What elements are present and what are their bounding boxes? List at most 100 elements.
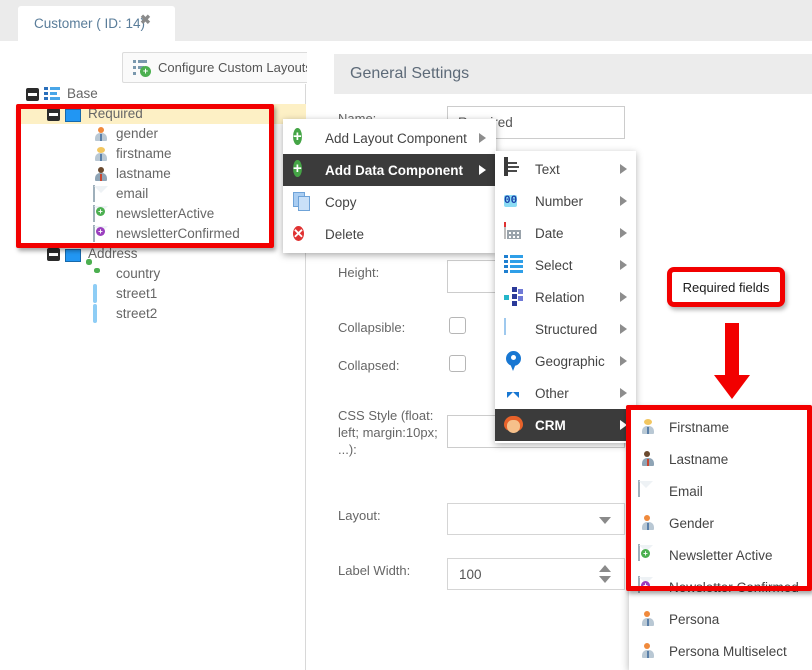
chevron-right-icon — [620, 356, 627, 366]
tree-item-address[interactable]: Address — [18, 244, 306, 264]
submenu-item-geographic[interactable]: Geographic — [495, 345, 636, 377]
tree-item-firstname[interactable]: firstname — [18, 144, 306, 164]
submenu-item-label: Geographic — [535, 354, 605, 369]
tree-item-lastname[interactable]: lastname — [18, 164, 306, 184]
menu-item-add-layout-component[interactable]: + Add Layout Component — [283, 122, 496, 154]
tree-item-label: newsletterConfirmed — [116, 224, 240, 244]
submenu-item-other[interactable]: Other — [495, 377, 636, 409]
customer-layout-editor: Customer ( ID: 14) ✖ + Configure Custom … — [0, 0, 812, 670]
stepper-up-icon[interactable] — [599, 565, 611, 572]
menu-item-label: Add Layout Component — [325, 131, 467, 146]
person-lastname-icon — [93, 166, 109, 182]
tree-item-street1[interactable]: street1 — [18, 284, 306, 304]
chevron-down-icon — [599, 517, 611, 524]
tree-item-street2[interactable]: street2 — [18, 304, 306, 324]
submenu-item-text[interactable]: Text — [495, 153, 636, 185]
person-gender-icon — [638, 641, 658, 661]
label-width-label: Label Width: — [338, 562, 438, 579]
crm-item-label: Persona Multiselect — [669, 644, 787, 659]
crm-item-lastname[interactable]: Lastname — [629, 443, 812, 475]
crm-person-icon — [504, 415, 525, 436]
collapsed-checkbox[interactable] — [449, 355, 466, 372]
crm-item-persona-multiselect[interactable]: Persona Multiselect — [629, 635, 812, 667]
menu-item-delete[interactable]: ✕ Delete — [283, 218, 496, 250]
menu-item-copy[interactable]: Copy — [283, 186, 496, 218]
text-field-icon — [93, 286, 109, 302]
submenu-item-label: Relation — [535, 290, 585, 305]
submenu-item-date[interactable]: Date — [495, 217, 636, 249]
stepper-down-icon[interactable] — [599, 576, 611, 583]
css-style-label: CSS Style (float: left; margin:10px; ...… — [338, 407, 438, 458]
submenu-item-select[interactable]: Select — [495, 249, 636, 281]
person-firstname-icon — [638, 417, 658, 437]
crm-item-label: Persona — [669, 612, 719, 627]
page-title: General Settings — [350, 65, 469, 83]
collapse-toggle-icon[interactable] — [26, 88, 39, 101]
person-firstname-icon — [93, 146, 109, 162]
crm-item-persona[interactable]: Persona — [629, 603, 812, 635]
submenu-item-label: Structured — [535, 322, 597, 337]
submenu-item-label: Date — [535, 226, 564, 241]
down-arrow-annotation — [712, 323, 752, 403]
tree-item-base[interactable]: Base — [18, 84, 306, 104]
submenu-item-number[interactable]: 00 Number — [495, 185, 636, 217]
layout-select[interactable] — [447, 503, 625, 535]
text-doc-icon — [504, 159, 525, 180]
crm-item-newsletter-active[interactable]: + Newsletter Active — [629, 539, 812, 571]
map-pin-icon — [504, 351, 525, 372]
crm-item-email[interactable]: Email — [629, 475, 812, 507]
number-00-icon: 00 — [504, 191, 525, 212]
crm-item-gender[interactable]: Gender — [629, 507, 812, 539]
configure-custom-layouts-button[interactable]: + Configure Custom Layouts — [122, 52, 326, 83]
tab-strip: Customer ( ID: 14) ✖ — [0, 0, 812, 41]
tree-item-label: newsletterActive — [116, 204, 214, 224]
collapsible-checkbox[interactable] — [449, 317, 466, 334]
data-component-submenu: Text 00 Number Date Select Relation — [495, 151, 636, 443]
tree-item-email[interactable]: email — [18, 184, 306, 204]
context-menu: + Add Layout Component + Add Data Compon… — [283, 119, 496, 253]
tree-item-required[interactable]: Required — [18, 104, 306, 124]
menu-item-label: Add Data Component — [325, 163, 463, 178]
submenu-item-relation[interactable]: Relation — [495, 281, 636, 313]
base-list-icon — [44, 86, 60, 102]
crm-item-newsletter-confirmed[interactable]: + Newsletter Confirmed — [629, 571, 812, 603]
submenu-item-structured[interactable]: Structured — [495, 313, 636, 345]
submenu-item-label: Select — [535, 258, 573, 273]
menu-item-add-data-component[interactable]: + Add Data Component — [283, 154, 496, 186]
person-gender-icon — [638, 513, 658, 533]
tree-item-newsletterActive[interactable]: + newsletterActive — [18, 204, 306, 224]
tree-item-label: gender — [116, 124, 158, 144]
tree-item-country[interactable]: country — [18, 264, 306, 284]
envelope-plus-icon: + — [93, 206, 109, 222]
crm-item-label: Lastname — [669, 452, 728, 467]
globe-icon — [93, 266, 109, 282]
crm-item-label: Email — [669, 484, 703, 499]
tree-item-label: firstname — [116, 144, 172, 164]
tree-item-label: country — [116, 264, 160, 284]
tree-item-newsletterConfirmed[interactable]: + newsletterConfirmed — [18, 224, 306, 244]
layout-tree: Base Required gender — [18, 84, 306, 324]
crm-item-label: Firstname — [669, 420, 729, 435]
layout-square-icon — [65, 109, 81, 122]
envelope-check-icon: + — [638, 577, 658, 597]
submenu-item-crm[interactable]: CRM — [495, 409, 636, 441]
annotation-callout-text: Required fields — [683, 280, 770, 295]
chevron-right-icon — [620, 260, 627, 270]
grid-icon — [504, 319, 525, 340]
tree-item-label: lastname — [116, 164, 171, 184]
person-gender-icon — [93, 126, 109, 142]
configure-custom-layouts-label: Configure Custom Layouts — [158, 60, 312, 75]
crm-item-firstname[interactable]: Firstname — [629, 411, 812, 443]
tree-item-label: Base — [67, 84, 98, 104]
tree-toolbar: + Configure Custom Layouts — [18, 46, 306, 84]
close-icon[interactable]: ✖ — [140, 13, 804, 26]
tree-item-label: Required — [88, 104, 143, 124]
submenu-item-label: CRM — [535, 418, 566, 433]
chevron-right-icon — [620, 324, 627, 334]
bookmark-icon — [504, 383, 525, 404]
collapse-toggle-icon[interactable] — [47, 108, 60, 121]
label-width-stepper[interactable]: 100 — [447, 558, 625, 590]
tree-item-gender[interactable]: gender — [18, 124, 306, 144]
tree-item-label: street1 — [116, 284, 157, 304]
collapse-toggle-icon[interactable] — [47, 248, 60, 261]
